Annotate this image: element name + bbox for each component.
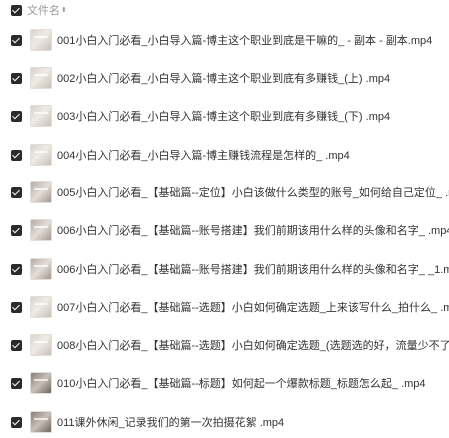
video-thumbnail <box>30 334 52 356</box>
file-name[interactable]: 011课外休闲_记录我们的第一次拍摄花絮 .mp4 <box>57 414 284 430</box>
file-row[interactable]: 003小白入门必看_小白导入篇-博主这个职业到底有多赚钱_(下) .mp4 <box>0 101 449 131</box>
video-thumbnail <box>30 181 52 203</box>
file-list-header: 文件名 ⬍ <box>0 0 449 20</box>
video-thumbnail <box>30 219 52 241</box>
file-row[interactable]: 007小白入门必看_【基础篇--选题】小白如何确定选题_上来该写什么_拍什么_ … <box>0 292 449 322</box>
file-row[interactable]: 011课外休闲_记录我们的第一次拍摄花絮 .mp4 <box>0 407 449 437</box>
video-thumbnail <box>30 258 52 280</box>
file-name[interactable]: 008小白入门必看_【基础篇--选题】小白如何确定选题_(选题选的好，流量少不了… <box>57 337 449 353</box>
file-name[interactable]: 002小白入门必看_小白导入篇-博主这个职业到底有多赚钱_(上) .mp4 <box>57 70 390 86</box>
file-row[interactable]: 010小白入门必看_【基础篇--标题】如何起一个爆款标题_标题怎么起_ .mp4 <box>0 368 449 398</box>
file-name[interactable]: 004小白入门必看_小白导入篇-博主赚钱流程是怎样的_ .mp4 <box>57 147 350 163</box>
file-row[interactable]: 006小白入门必看_【基础篇--账号搭建】我们前期该用什么样的头像和名字_ _1… <box>0 254 449 284</box>
file-name[interactable]: 006小白入门必看_【基础篇--账号搭建】我们前期该用什么样的头像和名字_ .m… <box>57 222 449 238</box>
file-row[interactable]: 004小白入门必看_小白导入篇-博主赚钱流程是怎样的_ .mp4 <box>0 140 449 170</box>
video-thumbnail <box>30 411 52 433</box>
video-thumbnail <box>30 144 52 166</box>
file-checkbox[interactable] <box>11 224 22 236</box>
file-checkbox[interactable] <box>11 416 22 428</box>
select-all-checkbox[interactable] <box>11 4 22 16</box>
file-name[interactable]: 005小白入门必看_【基础篇--定位】小白该做什么类型的账号_如何给自己定位_ … <box>57 184 449 200</box>
file-checkbox[interactable] <box>11 263 22 275</box>
file-checkbox[interactable] <box>11 72 22 84</box>
file-checkbox[interactable] <box>11 186 22 198</box>
file-checkbox[interactable] <box>11 301 22 313</box>
video-thumbnail <box>30 296 52 318</box>
file-row[interactable]: 005小白入门必看_【基础篇--定位】小白该做什么类型的账号_如何给自己定位_ … <box>0 177 449 207</box>
file-checkbox[interactable] <box>11 149 22 161</box>
video-thumbnail <box>30 372 52 394</box>
file-name[interactable]: 006小白入门必看_【基础篇--账号搭建】我们前期该用什么样的头像和名字_ _1… <box>57 261 449 277</box>
file-checkbox[interactable] <box>11 339 22 351</box>
file-name[interactable]: 007小白入门必看_【基础篇--选题】小白如何确定选题_上来该写什么_拍什么_ … <box>57 299 449 315</box>
file-name[interactable]: 010小白入门必看_【基础篇--标题】如何起一个爆款标题_标题怎么起_ .mp4 <box>57 375 426 391</box>
video-thumbnail <box>30 67 52 89</box>
video-thumbnail <box>30 29 52 51</box>
video-thumbnail <box>30 105 52 127</box>
sort-arrows-icon[interactable]: ⬍ <box>61 7 67 14</box>
file-checkbox[interactable] <box>11 377 22 389</box>
file-checkbox[interactable] <box>11 110 22 122</box>
file-row[interactable]: 006小白入门必看_【基础篇--账号搭建】我们前期该用什么样的头像和名字_ .m… <box>0 215 449 245</box>
file-checkbox[interactable] <box>11 34 22 46</box>
file-row[interactable]: 001小白入门必看_小白导入篇-博主这个职业到底是干嘛的_ - 副本 - 副本.… <box>0 25 449 55</box>
file-name[interactable]: 003小白入门必看_小白导入篇-博主这个职业到底有多赚钱_(下) .mp4 <box>57 108 390 124</box>
filename-column-header[interactable]: 文件名 <box>27 2 60 18</box>
file-row[interactable]: 008小白入门必看_【基础篇--选题】小白如何确定选题_(选题选的好，流量少不了… <box>0 330 449 360</box>
file-row[interactable]: 002小白入门必看_小白导入篇-博主这个职业到底有多赚钱_(上) .mp4 <box>0 63 449 93</box>
file-name[interactable]: 001小白入门必看_小白导入篇-博主这个职业到底是干嘛的_ - 副本 - 副本.… <box>57 32 432 48</box>
